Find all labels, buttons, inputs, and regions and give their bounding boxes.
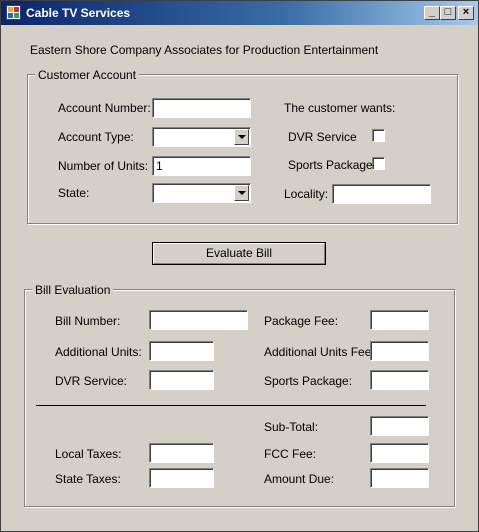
app-window: Cable TV Services _ □ × Eastern Shore Co… [0, 0, 479, 532]
dvr-service-field[interactable] [149, 370, 214, 390]
state-select[interactable] [152, 183, 251, 203]
amount-due-label: Amount Due: [264, 472, 335, 486]
local-taxes-label: Local Taxes: [55, 447, 122, 461]
locality-label: Locality: [284, 187, 329, 201]
state-label: State: [58, 186, 90, 200]
dvr-checkbox-label[interactable]: DVR Service [288, 130, 357, 144]
close-icon: × [462, 6, 470, 18]
chevron-down-icon[interactable] [234, 129, 249, 145]
bill-number-field[interactable] [149, 310, 248, 330]
minimize-icon: _ [428, 6, 436, 18]
amount-due-field[interactable] [370, 468, 429, 488]
dvr-service-label: DVR Service: [55, 374, 128, 388]
units-input[interactable] [152, 156, 251, 176]
customer-account-title: Customer Account [35, 68, 140, 82]
dvr-checkbox[interactable] [372, 129, 385, 142]
fcc-fee-label: FCC Fee: [264, 447, 317, 461]
account-number-input[interactable] [152, 98, 251, 118]
additional-units-field[interactable] [149, 341, 214, 361]
state-taxes-field[interactable] [149, 468, 214, 488]
additional-units-fee-field[interactable] [370, 341, 429, 361]
divider [36, 405, 426, 406]
minimize-button[interactable]: _ [424, 6, 440, 20]
additional-units-label: Additional Units: [55, 345, 142, 359]
window-title: Cable TV Services [26, 6, 131, 20]
account-type-label: Account Type: [58, 130, 134, 144]
account-type-select[interactable] [152, 127, 251, 147]
maximize-icon: □ [444, 6, 452, 18]
units-label: Number of Units: [58, 159, 149, 173]
chevron-down-icon[interactable] [234, 185, 249, 201]
bill-number-label: Bill Number: [55, 314, 121, 328]
title-bar[interactable]: Cable TV Services _ □ × [1, 1, 478, 25]
evaluate-bill-label: Evaluate Bill [153, 243, 325, 264]
additional-units-fee-label: Additional Units Fee: [264, 345, 375, 359]
sports-package-field[interactable] [370, 370, 429, 390]
sports-checkbox-label[interactable]: Sports Package [288, 158, 373, 172]
maximize-button[interactable]: □ [440, 6, 456, 20]
wants-label: The customer wants: [284, 101, 396, 115]
app-icon [6, 5, 21, 20]
subtotal-label: Sub-Total: [264, 420, 319, 434]
state-taxes-label: State Taxes: [55, 472, 121, 486]
locality-input[interactable] [332, 184, 431, 204]
close-button[interactable]: × [458, 6, 474, 20]
package-fee-field[interactable] [370, 310, 429, 330]
local-taxes-field[interactable] [149, 443, 214, 463]
bill-evaluation-title: Bill Evaluation [32, 283, 114, 297]
subtotal-field[interactable] [370, 416, 429, 436]
package-fee-label: Package Fee: [264, 314, 339, 328]
company-name: Eastern Shore Company Associates for Pro… [30, 43, 379, 57]
account-number-label: Account Number: [58, 101, 151, 115]
fcc-fee-field[interactable] [370, 443, 429, 463]
sports-package-label: Sports Package: [264, 374, 353, 388]
sports-checkbox[interactable] [372, 157, 385, 170]
evaluate-bill-button[interactable]: Evaluate Bill [152, 242, 326, 265]
